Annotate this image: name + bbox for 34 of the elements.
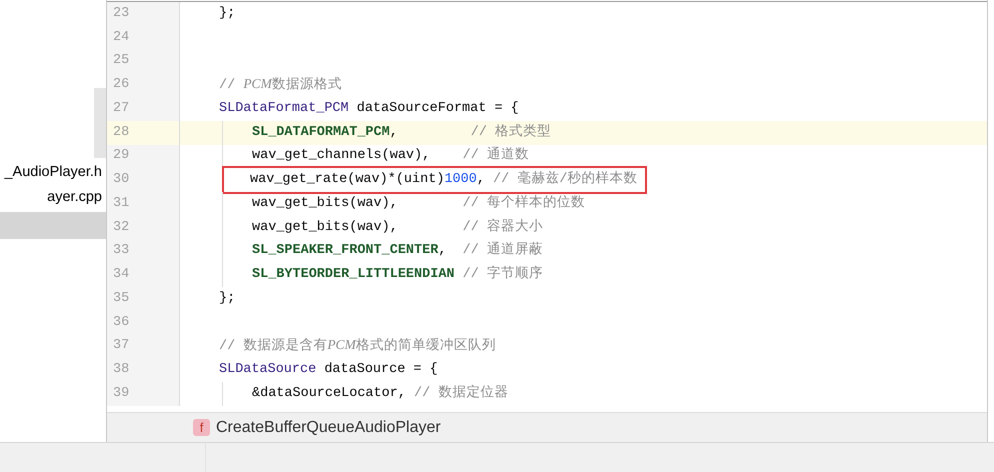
code-line: wav_get_channels(wav), // 通道数: [252, 146, 529, 166]
breadcrumb-item[interactable]: CreateBufferQueueAudioPlayer: [216, 416, 441, 440]
scrollbar: [94, 88, 106, 158]
code-line: wav_get_bits(wav), // 每个样本的位数: [252, 194, 585, 213]
code-line: &dataSourceLocator, // 数据定位器: [252, 384, 508, 403]
line-number: 24: [107, 26, 180, 50]
line-number: 38: [107, 358, 180, 382]
code-line: // PCM数据源格式: [219, 75, 342, 95]
line-number: 33: [107, 240, 180, 264]
code-line: SL_DATAFORMAT_PCM, // 格式类型: [252, 123, 552, 142]
line-number: 34: [107, 263, 180, 287]
line-number: 30: [107, 168, 180, 192]
line-number: 29: [107, 144, 180, 168]
line-number: 27: [107, 97, 180, 121]
code-line: SL_SPEAKER_FRONT_CENTER, // 通道屏蔽: [252, 241, 543, 260]
code-line: };: [219, 290, 236, 308]
line-number: 35: [107, 287, 180, 311]
line-number: 36: [107, 310, 180, 334]
line-number: 31: [107, 192, 180, 216]
line-number: 26: [107, 73, 180, 97]
line-number: 39: [107, 382, 180, 406]
code-line: };: [219, 4, 236, 23]
code-line: SLDataSource dataSource = {: [219, 361, 438, 379]
code-line: wav_get_bits(wav), // 容器大小: [252, 218, 543, 236]
file-item[interactable]: _AudioPlayer.h: [0, 160, 106, 185]
function-badge: f: [193, 419, 210, 436]
line-number: 25: [107, 50, 180, 74]
code-line: SL_BYTEORDER_LITTLEENDIAN // 字节顺序: [252, 265, 543, 284]
code-line: // 数据源是含有PCM格式的简单缓冲区队列: [219, 336, 496, 356]
line-number: 23: [107, 2, 180, 26]
code-line: SLDataFormat_PCM dataSourceFormat = {: [219, 100, 519, 118]
line-number: 37: [107, 334, 180, 358]
file-item[interactable]: ayer.cpp: [0, 185, 106, 210]
line-number: 32: [107, 216, 180, 240]
